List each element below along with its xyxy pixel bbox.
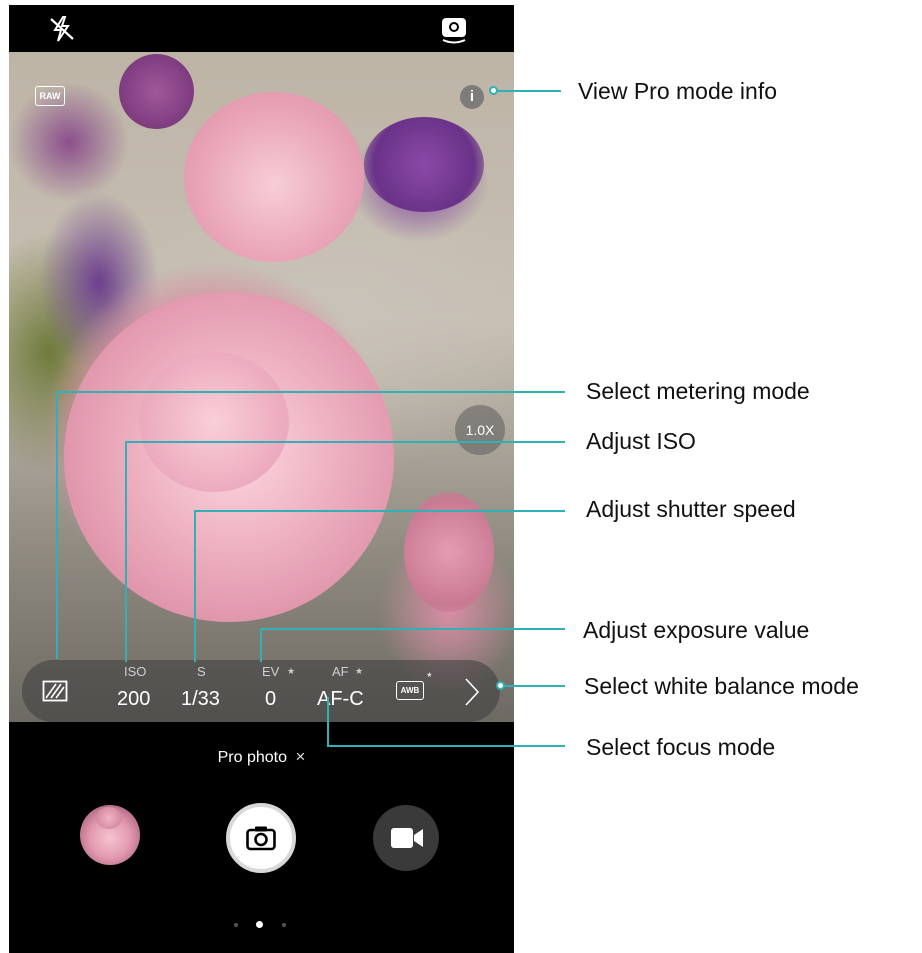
awb-icon[interactable]: AWB	[396, 681, 424, 700]
callout-line-metering	[56, 391, 58, 659]
camera-top-bar	[9, 5, 514, 52]
callout-dot-wb	[496, 681, 505, 690]
callout-line-metering-h	[56, 391, 565, 393]
callout-line-ev-h	[260, 628, 565, 630]
iso-value[interactable]: 200	[117, 688, 150, 711]
switch-camera-icon[interactable]	[437, 13, 471, 45]
flower-shape	[139, 352, 289, 492]
flower-shape	[364, 117, 484, 212]
chevron-right-icon[interactable]	[462, 676, 482, 708]
annotation-metering: Select metering mode	[586, 378, 810, 404]
callout-line-wb	[502, 685, 565, 687]
callout-line-focus-h	[327, 745, 565, 747]
awb-star: *	[427, 670, 432, 684]
metering-icon[interactable]	[42, 680, 68, 702]
page-indicator	[230, 920, 290, 930]
callout-line-iso	[125, 441, 127, 662]
shutter-value[interactable]: 1/33	[181, 688, 220, 711]
iso-label: ISO	[124, 664, 147, 679]
mode-label[interactable]: Pro photo ×	[9, 747, 514, 767]
annotation-view-info: View Pro mode info	[578, 78, 778, 104]
callout-line-shutter	[194, 510, 196, 662]
callout-line-info	[495, 90, 561, 92]
callout-line-focus	[327, 697, 329, 746]
zoom-button[interactable]: 1.0X	[455, 405, 505, 455]
callout-line-shutter-h	[194, 510, 565, 512]
thumbnail-flower	[96, 807, 122, 829]
ev-value[interactable]: 0	[265, 688, 276, 711]
ev-star: ★	[287, 666, 296, 676]
af-label: AF	[332, 664, 349, 679]
video-record-button[interactable]	[373, 805, 439, 871]
camera-bottom-controls: Pro photo ×	[9, 722, 514, 953]
mode-name: Pro photo	[217, 749, 287, 766]
raw-icon[interactable]: RAW	[35, 86, 65, 106]
camera-screen: RAW i 1.0X ISO 200 S 1/33 EV ★ 0 AF ★ AF…	[9, 5, 514, 953]
mode-close-icon[interactable]: ×	[295, 747, 305, 766]
shutter-camera-icon	[246, 826, 276, 851]
af-star: ★	[355, 666, 364, 676]
callout-dot-info	[489, 86, 498, 95]
info-icon[interactable]: i	[460, 85, 484, 109]
af-value[interactable]: AF-C	[317, 688, 364, 711]
annotation-iso: Adjust ISO	[586, 428, 696, 454]
annotation-shutter: Adjust shutter speed	[586, 496, 796, 522]
video-record-icon	[391, 828, 423, 848]
annotation-focus: Select focus mode	[586, 734, 776, 760]
pro-parameters-bar: ISO 200 S 1/33 EV ★ 0 AF ★ AF-C AWB *	[22, 660, 500, 722]
flower-shape	[184, 92, 364, 262]
page-dot-active[interactable]	[256, 921, 263, 928]
ev-label: EV	[262, 664, 280, 679]
flower-shape	[119, 54, 194, 129]
callout-line-iso-h	[125, 441, 565, 443]
shutter-label: S	[197, 664, 206, 679]
annotation-wb: Select white balance mode	[584, 673, 859, 699]
gallery-thumbnail[interactable]	[80, 805, 140, 865]
shutter-button[interactable]	[226, 803, 296, 873]
callout-line-ev	[260, 628, 262, 662]
annotation-ev: Adjust exposure value	[583, 617, 810, 643]
flash-off-icon[interactable]	[47, 15, 77, 43]
camera-viewfinder[interactable]: RAW i 1.0X ISO 200 S 1/33 EV ★ 0 AF ★ AF…	[9, 52, 514, 722]
page-dot[interactable]	[234, 923, 238, 927]
page-dot[interactable]	[282, 923, 286, 927]
